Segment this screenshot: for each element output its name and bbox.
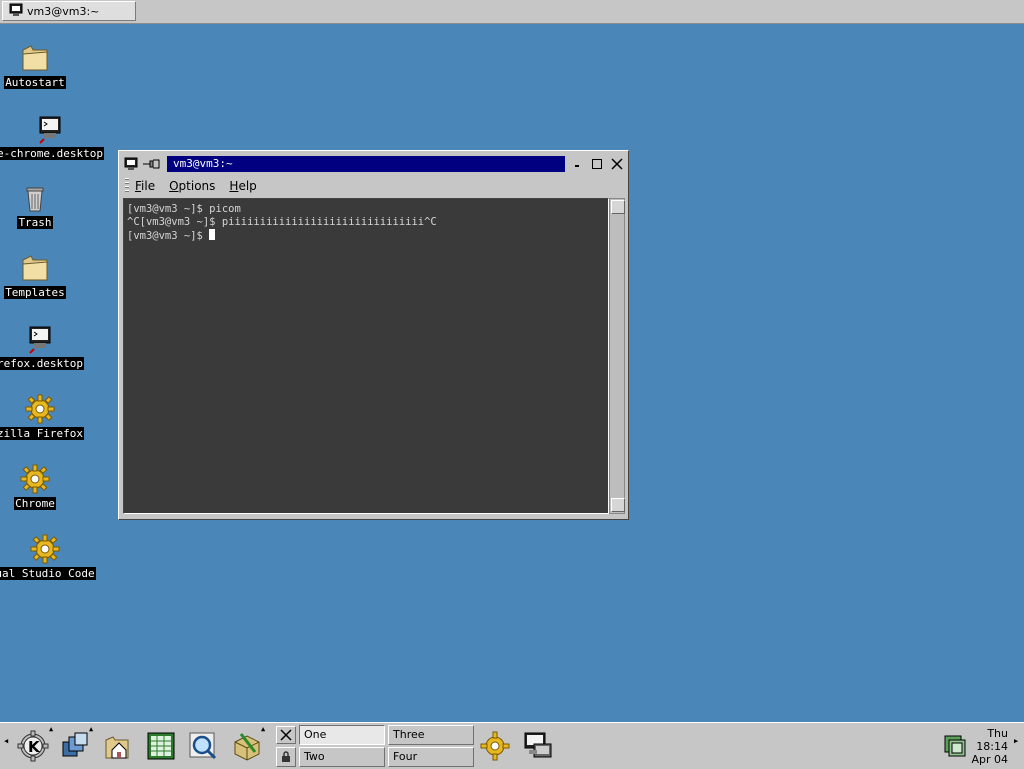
lock-icon[interactable] [276, 747, 296, 767]
top-taskbar: vm3@vm3:~ [0, 0, 1024, 24]
desktop-icon-chrome-desktop[interactable]: e-chrome.desktop [0, 113, 110, 160]
desktop-icon-label: ual Studio Code [0, 567, 96, 580]
menu-options[interactable]: Options [169, 179, 215, 193]
desktop-icon-templates[interactable]: Templates [0, 252, 95, 299]
terminal-line: [vm3@vm3 ~]$ picom [127, 203, 241, 215]
desktop-icon-label: Templates [4, 286, 66, 299]
terminal-window: vm3@vm3:~ File Options Help [vm3@vm3 ~]$… [118, 150, 629, 520]
desktop-icon-firefox-desktop[interactable]: refox.desktop [0, 323, 100, 370]
terminal-line: ^C[vm3@vm3 ~]$ piiiiiiiiiiiiiiiiiiiiiiii… [127, 216, 437, 228]
bottom-panel: ◀ K ▲ ▲ ▲ One Two Three Four Thu 18:14 A… [0, 722, 1024, 769]
trash-icon [19, 182, 51, 214]
desktop-pager-two[interactable]: Two [299, 747, 385, 767]
desktop-icon-trash[interactable]: Trash [0, 182, 95, 229]
package-manager-icon[interactable] [230, 729, 264, 763]
menu-bar: File Options Help [123, 177, 625, 195]
k-menu-arrow-icon: ▲ [49, 725, 54, 733]
clock-date: Apr 04 [971, 753, 1008, 766]
clock[interactable]: Thu 18:14 Apr 04 [968, 727, 1008, 766]
scroll-up-button[interactable] [611, 200, 625, 214]
terminal-taskbar-icon[interactable] [521, 729, 555, 763]
taskbar-task-label: vm3@vm3:~ [27, 4, 100, 18]
minimize-button[interactable] [569, 156, 585, 172]
terminal-line: [vm3@vm3 ~]$ [127, 230, 210, 242]
svg-text:K: K [28, 738, 41, 756]
desktop-pager-three[interactable]: Three [388, 725, 474, 745]
window-menu-icon[interactable] [123, 156, 139, 172]
folder-icon [19, 252, 51, 284]
spreadsheet-icon[interactable] [144, 729, 178, 763]
desktop-icon-label: zilla Firefox [0, 427, 85, 440]
window-list-arrow-icon: ▲ [89, 725, 94, 733]
window-list-icon[interactable] [58, 729, 92, 763]
menubar-grip[interactable] [125, 178, 129, 194]
terminal-icon [9, 3, 23, 20]
package-manager-arrow-icon: ▲ [261, 725, 266, 733]
window-title: vm3@vm3:~ [167, 156, 565, 172]
desktop-icon-chrome[interactable]: Chrome [0, 463, 95, 510]
gear-icon [24, 393, 56, 425]
panel-hide-left-icon[interactable]: ◀ [4, 737, 8, 745]
desktop-icon-label: refox.desktop [0, 357, 85, 370]
desktop-pager-four[interactable]: Four [388, 747, 474, 767]
desktop-icon-label: e-chrome.desktop [0, 147, 104, 160]
close-button[interactable] [609, 156, 625, 172]
maximize-button[interactable] [589, 156, 605, 172]
vertical-scrollbar[interactable] [609, 198, 625, 514]
clock-time: 18:14 [976, 740, 1008, 753]
gear-icon[interactable] [478, 729, 512, 763]
folder-icon [19, 42, 51, 74]
panel-hide-right-icon[interactable]: ▶ [1014, 737, 1018, 745]
terminal-prompt-line: [vm3@vm3 ~]$ [127, 229, 608, 242]
desktop-pager-one[interactable]: One [299, 725, 385, 745]
desktop-icon-label: Autostart [4, 76, 66, 89]
desktop-icon-label: Chrome [14, 497, 56, 510]
desktop-icon-label: Trash [17, 216, 53, 229]
taskbar-task-terminal[interactable]: vm3@vm3:~ [2, 1, 136, 21]
desktop-icon-visual-studio-code[interactable]: ual Studio Code [0, 533, 105, 580]
window-titlebar[interactable]: vm3@vm3:~ [123, 154, 625, 174]
magnifier-icon[interactable] [186, 729, 220, 763]
scroll-down-button[interactable] [611, 498, 625, 512]
terminal-launcher-icon [34, 113, 66, 145]
gear-icon [19, 463, 51, 495]
menu-help[interactable]: Help [229, 179, 256, 193]
k-menu-icon[interactable]: K [16, 729, 50, 763]
terminal-launcher-icon [24, 323, 56, 355]
desktop-icon-autostart[interactable]: Autostart [0, 42, 95, 89]
home-folder-icon[interactable] [101, 729, 135, 763]
pin-icon[interactable] [141, 156, 163, 172]
clock-day: Thu [987, 727, 1008, 740]
close-desktop-icon[interactable] [276, 726, 296, 744]
gear-icon [29, 533, 61, 565]
network-icon[interactable] [938, 729, 972, 763]
terminal-output[interactable]: [vm3@vm3 ~]$ picom ^C[vm3@vm3 ~]$ piiiii… [123, 198, 609, 514]
desktop-icon-mozilla-firefox[interactable]: zilla Firefox [0, 393, 100, 440]
text-cursor [209, 229, 216, 240]
menu-file[interactable]: File [135, 179, 155, 193]
